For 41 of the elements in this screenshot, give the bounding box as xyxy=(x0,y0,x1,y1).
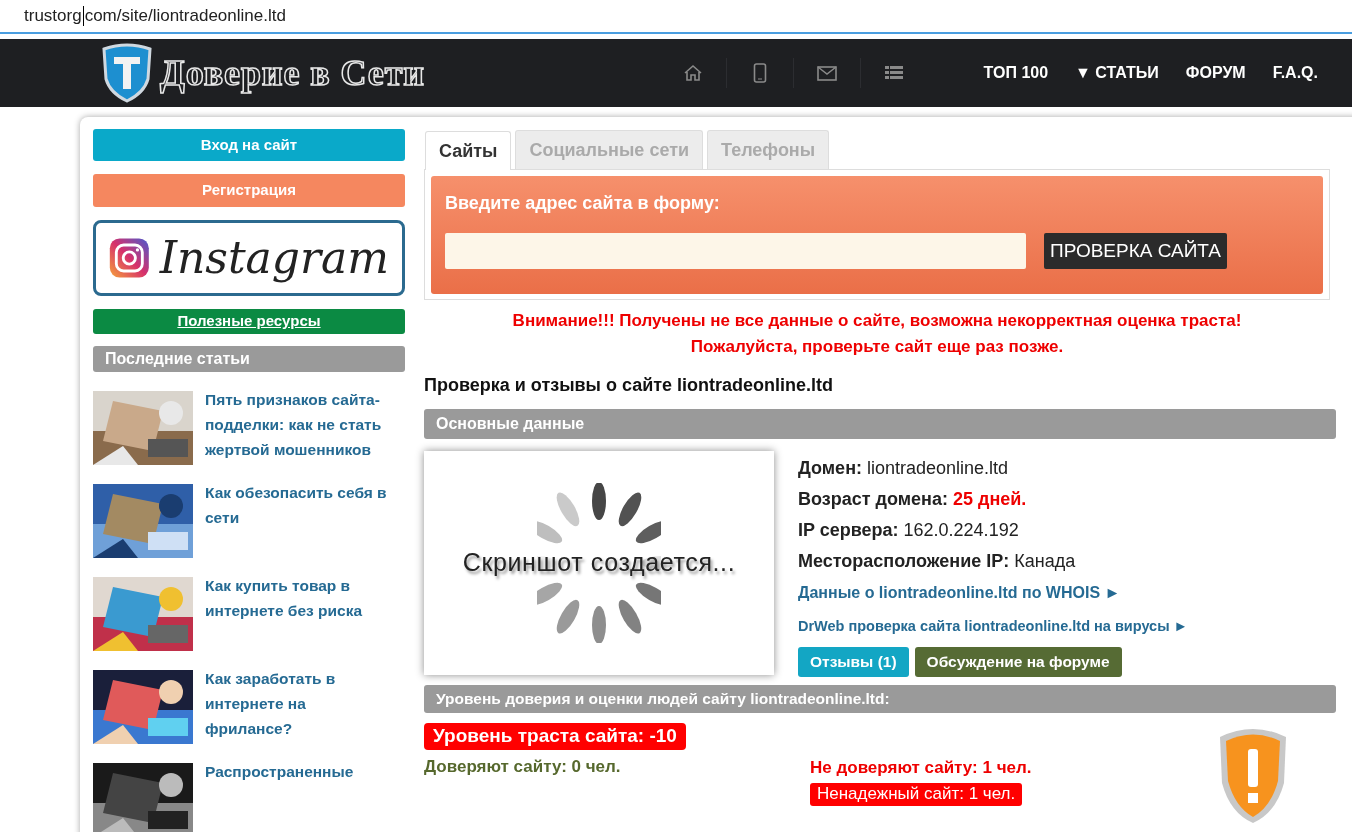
instagram-banner[interactable]: Instagram xyxy=(93,219,405,296)
check-site-button[interactable]: ПРОВЕРКА САЙТА xyxy=(1044,233,1227,269)
domain-fact: Месторасположение IP: Канада xyxy=(798,550,1077,573)
mail-icon[interactable] xyxy=(816,65,837,81)
home-icon[interactable] xyxy=(682,64,703,82)
section-heading: Последние статьи xyxy=(93,346,405,372)
forum-button[interactable]: Обсуждение на форуме xyxy=(914,647,1122,677)
domain-fact: Домен: liontradeonline.ltd xyxy=(798,457,1010,480)
info-link[interactable]: DrWeb проверка сайта liontradeonline.ltd на вирусы ► xyxy=(798,609,1188,643)
page-title: Проверка и отзывы о сайте liontradeonline.ltd xyxy=(424,374,835,397)
instagram-text: Instagram xyxy=(159,230,389,285)
nav-link[interactable]: ▼ СТАТЬИ xyxy=(1075,61,1159,85)
shield-logo-icon[interactable] xyxy=(100,43,154,103)
section-heading: Уровень доверия и оценки людей сайту liontradeonline.ltd: xyxy=(424,685,1336,713)
article-link[interactable]: Пять признаков сайта-подделки: как не стать жертвой мошенников xyxy=(205,387,395,465)
domain-fact: Возраст домена: 25 дней. xyxy=(798,488,1028,511)
nav-link[interactable]: ТОП 100 xyxy=(983,61,1049,85)
resources-link[interactable]: Полезные ресурсы xyxy=(177,310,321,333)
tab[interactable]: Сайты xyxy=(425,131,512,170)
trust-level-badge: Уровень траста сайта: -10 xyxy=(424,723,686,750)
list-icon[interactable] xyxy=(885,65,904,81)
warning-text: Внимание!!! Получены не все данные о сайте, возможна некорректная оценка траста! xyxy=(512,310,1242,332)
article-link[interactable]: Распространенные xyxy=(205,759,395,832)
warning-text: Пожалуйста, проверьте сайт еще раз позже. xyxy=(690,336,1064,358)
nav-link[interactable]: ФОРУМ xyxy=(1185,61,1246,85)
url-input-field[interactable] xyxy=(445,233,1026,269)
domain-fact: IP сервера: 162.0.224.192 xyxy=(798,519,1020,542)
article-link[interactable]: Как купить товар в интернете без риска xyxy=(205,573,395,651)
address-field[interactable]: trustorg com/site/liontradeonline.ltd xyxy=(24,3,286,29)
site-logo-text[interactable]: Доверие в Сети xyxy=(160,46,425,100)
section-heading: Основные данные xyxy=(424,409,1336,439)
article-link[interactable]: Как заработать в интернете на фрилансе? xyxy=(205,666,395,744)
info-link[interactable]: Данные о liontradeonline.ltd по WHOIS ► xyxy=(798,577,1188,609)
form-title: Введите адрес сайта в форму: xyxy=(445,192,721,215)
trust-count: Доверяют сайту: 0 чел. xyxy=(424,756,621,778)
distrust-count: Не доверяют сайту: 1 чел. xyxy=(810,757,1032,779)
nav-link[interactable]: F.A.Q. xyxy=(1272,61,1318,85)
unreliable-badge: Ненадежный сайт: 1 чел. xyxy=(810,782,1023,806)
phone-icon[interactable] xyxy=(752,63,767,83)
text-cursor xyxy=(82,6,84,26)
article-link[interactable]: Как обезопасить себя в сети xyxy=(205,480,395,558)
